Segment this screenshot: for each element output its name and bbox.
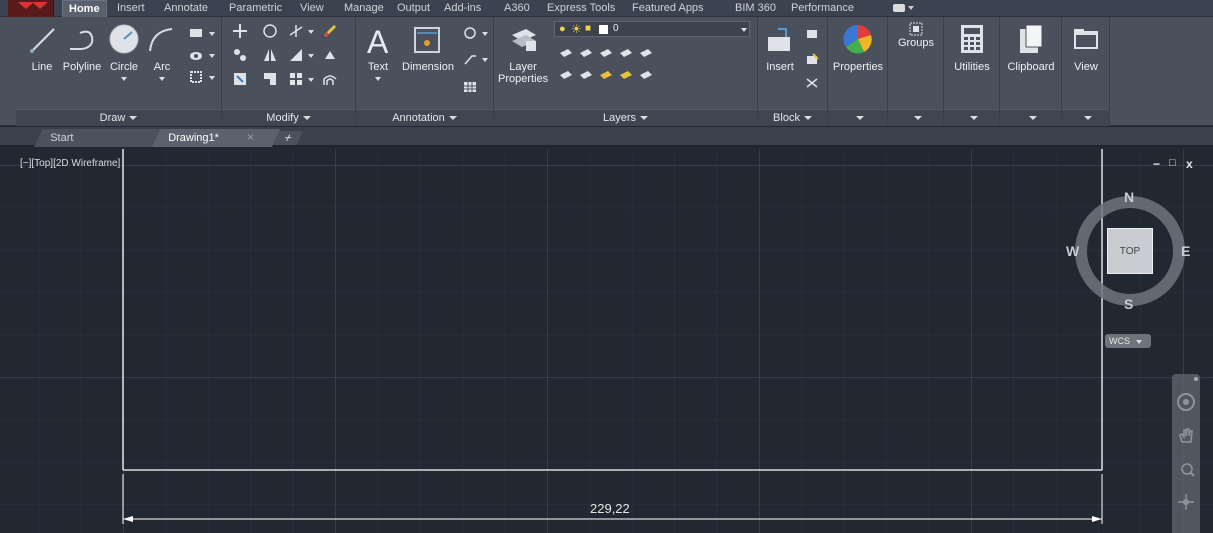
navigation-bar [1172, 374, 1200, 533]
viewcube-east[interactable]: E [1181, 243, 1190, 259]
navbar-close-icon[interactable] [1194, 377, 1198, 381]
zoom-extents-icon[interactable] [1176, 458, 1196, 478]
ucs-menu[interactable]: WCS [1105, 334, 1151, 348]
dimension-arrow-right [1092, 516, 1102, 522]
viewcube-west[interactable]: W [1066, 243, 1079, 259]
viewcube-north[interactable]: N [1124, 189, 1134, 205]
orbit-icon[interactable] [1176, 492, 1196, 512]
viewcube-south[interactable]: S [1124, 296, 1133, 312]
viewport-close-button[interactable]: x [1186, 157, 1193, 171]
viewport-restore-button[interactable]: □ [1169, 157, 1176, 169]
dimension-value[interactable]: 229,22 [590, 501, 630, 516]
ucs-label: WCS [1109, 336, 1130, 346]
drawing-geometry [122, 149, 1103, 524]
pan-hand-icon[interactable] [1176, 426, 1196, 446]
dimension-arrow-left [123, 516, 133, 522]
viewport-controls-label[interactable]: [−][Top][2D Wireframe] [20, 158, 120, 169]
viewcube-top-face[interactable]: TOP [1107, 228, 1153, 274]
steering-wheel-icon[interactable] [1176, 392, 1196, 412]
viewport-minimize-button[interactable]: − [1153, 157, 1160, 171]
